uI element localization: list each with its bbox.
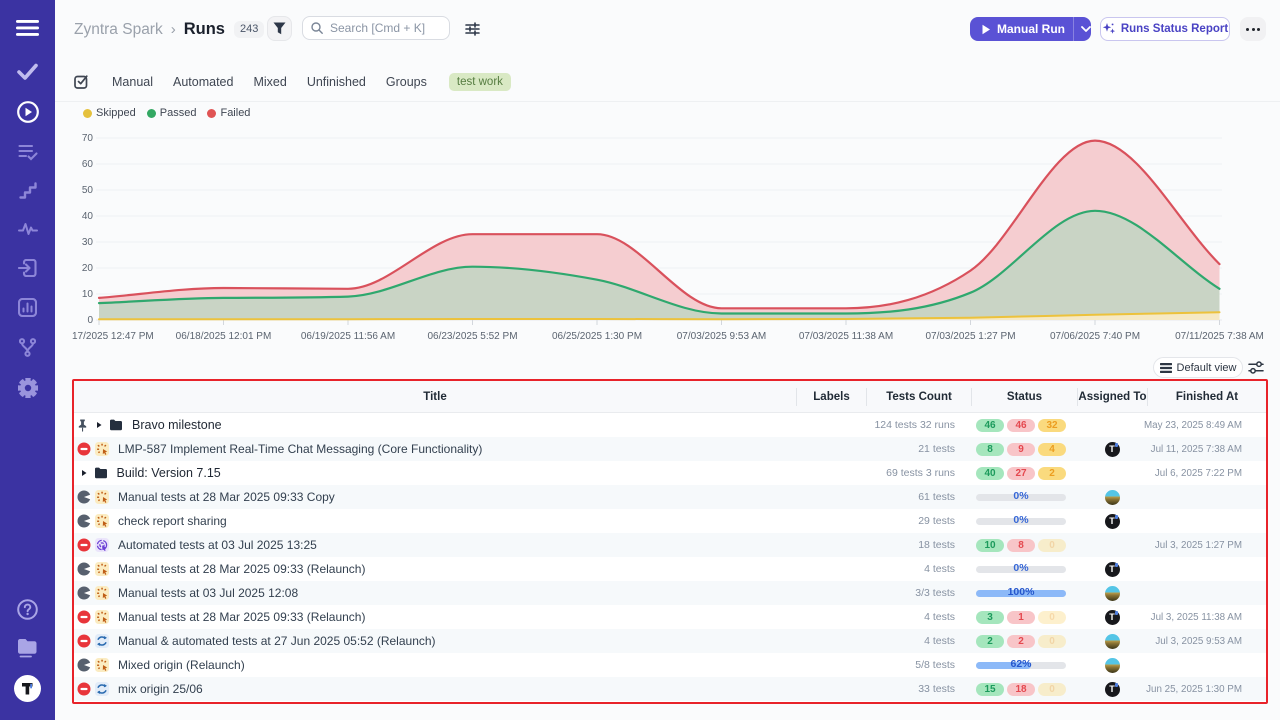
svg-text:06/19/2025 11:56 AM: 06/19/2025 11:56 AM [301, 331, 395, 342]
svg-text:50: 50 [82, 185, 94, 196]
svg-text:0: 0 [87, 315, 93, 326]
svg-text:07/03/2025 11:38 AM: 07/03/2025 11:38 AM [799, 331, 893, 342]
svg-text:60: 60 [82, 159, 94, 170]
svg-text:06/17/2025 12:47 PM: 06/17/2025 12:47 PM [72, 331, 154, 342]
svg-text:07/03/2025 1:27 PM: 07/03/2025 1:27 PM [925, 331, 1015, 342]
svg-text:30: 30 [82, 237, 94, 248]
svg-text:10: 10 [82, 289, 94, 300]
svg-text:40: 40 [82, 211, 94, 222]
svg-text:07/03/2025 9:53 AM: 07/03/2025 9:53 AM [677, 331, 767, 342]
svg-text:20: 20 [82, 263, 94, 274]
svg-text:06/18/2025 12:01 PM: 06/18/2025 12:01 PM [176, 331, 272, 342]
svg-text:06/25/2025 1:30 PM: 06/25/2025 1:30 PM [552, 331, 642, 342]
svg-text:06/23/2025 5:52 PM: 06/23/2025 5:52 PM [427, 331, 517, 342]
svg-text:07/06/2025 7:40 PM: 07/06/2025 7:40 PM [1050, 331, 1140, 342]
svg-text:07/11/2025 7:38 AM: 07/11/2025 7:38 AM [1175, 331, 1264, 342]
svg-text:70: 70 [82, 133, 94, 144]
